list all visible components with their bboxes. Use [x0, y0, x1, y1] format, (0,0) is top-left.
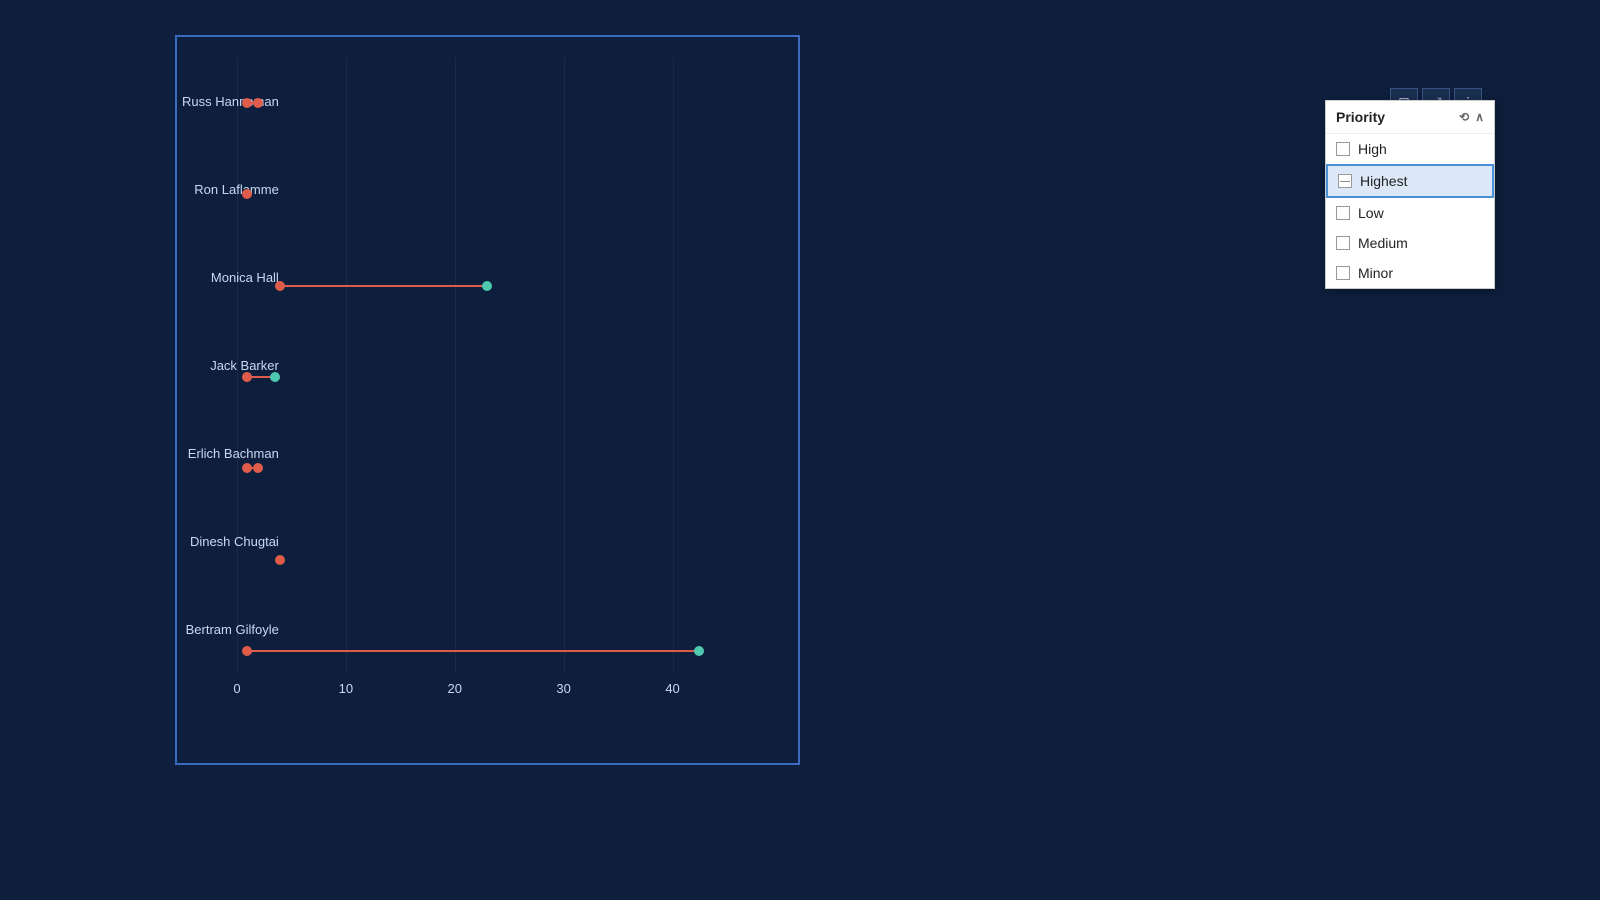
grid-line [564, 57, 565, 673]
filter-item-highest[interactable]: Highest [1326, 164, 1494, 198]
grid-line [346, 57, 347, 673]
filter-label: Minor [1358, 265, 1393, 281]
dot-end [253, 463, 263, 473]
filter-label: Medium [1358, 235, 1408, 251]
filter-checkbox[interactable] [1336, 236, 1350, 250]
filter-checkbox[interactable] [1336, 142, 1350, 156]
filter-label: Low [1358, 205, 1384, 221]
chart-container: Russ HannemanRon LaflammeMonica HallJack… [175, 35, 800, 765]
dot-start [242, 372, 252, 382]
filter-checkbox[interactable] [1336, 206, 1350, 220]
grid-lines [237, 57, 778, 673]
filter-label: Highest [1360, 173, 1407, 189]
x-tick: 0 [233, 681, 240, 696]
dot-start [242, 463, 252, 473]
x-axis: 010203040 [237, 673, 778, 713]
grid-line [455, 57, 456, 673]
dot-end [482, 281, 492, 291]
dot-row [237, 463, 778, 473]
dot-start [242, 646, 252, 656]
filter-item-high[interactable]: High [1326, 134, 1494, 164]
filter-item-medium[interactable]: Medium [1326, 228, 1494, 258]
grid-line [673, 57, 674, 673]
filter-item-low[interactable]: Low [1326, 198, 1494, 228]
filter-item-minor[interactable]: Minor [1326, 258, 1494, 288]
chart-inner: Russ HannemanRon LaflammeMonica HallJack… [237, 57, 778, 713]
filter-title: Priority [1336, 109, 1385, 125]
dot-start [275, 281, 285, 291]
dot-row [237, 189, 778, 199]
dot-row [237, 281, 778, 291]
grid-line [237, 57, 238, 673]
filter-collapse-icon[interactable]: ∧ [1475, 110, 1484, 124]
x-tick: 30 [556, 681, 570, 696]
dot-end [694, 646, 704, 656]
filter-checkbox[interactable] [1336, 266, 1350, 280]
filter-header-icons: ⟲ ∧ [1459, 110, 1484, 124]
dot-start [242, 98, 252, 108]
dot-row [237, 372, 778, 382]
filter-header: Priority ⟲ ∧ [1326, 101, 1494, 134]
dot-end [253, 98, 263, 108]
dot-end [270, 372, 280, 382]
x-tick: 40 [665, 681, 679, 696]
range-line [247, 650, 699, 652]
x-tick: 10 [339, 681, 353, 696]
filter-reset-icon[interactable]: ⟲ [1459, 110, 1469, 124]
dot-start [242, 189, 252, 199]
chart-plot [237, 57, 778, 673]
dot-row [237, 555, 778, 565]
filter-label: High [1358, 141, 1387, 157]
dot-row [237, 98, 778, 108]
x-tick: 20 [448, 681, 462, 696]
range-line [280, 285, 487, 287]
filter-checkbox[interactable] [1338, 174, 1352, 188]
dot-start [275, 555, 285, 565]
dot-row [237, 646, 778, 656]
filter-panel: Priority ⟲ ∧ High Highest Low Medium Minor [1325, 100, 1495, 289]
